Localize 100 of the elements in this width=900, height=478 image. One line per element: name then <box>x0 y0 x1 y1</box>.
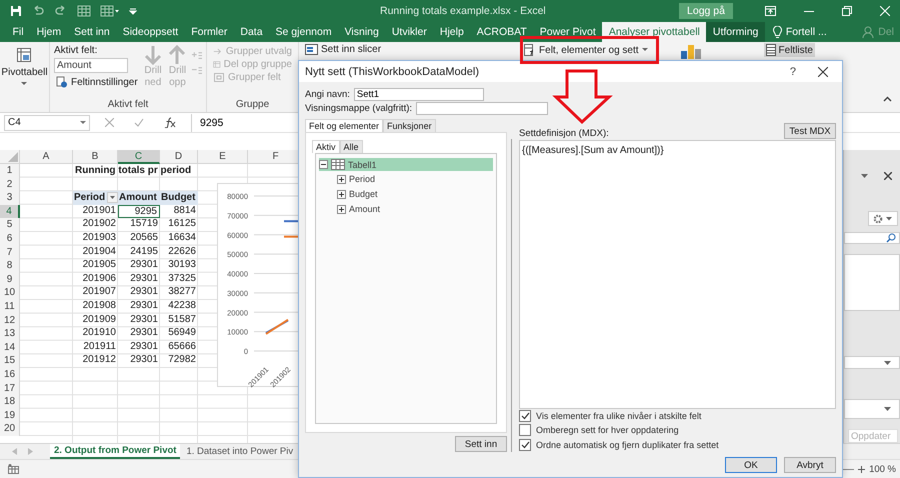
row-number[interactable]: 15 <box>0 354 20 368</box>
expand-icon[interactable] <box>337 204 346 214</box>
macro-record-icon[interactable] <box>8 464 19 474</box>
close-icon[interactable] <box>884 172 892 180</box>
sheet-tab[interactable]: 2. Output from Power Pivot <box>50 444 180 459</box>
ribbon-tab[interactable]: Hjelp <box>433 22 470 42</box>
table-icon[interactable] <box>100 5 120 17</box>
active-field-input[interactable]: Amount <box>54 58 128 73</box>
ok-button[interactable]: OK <box>725 457 777 473</box>
field-list-box[interactable] <box>844 254 900 311</box>
tree-item[interactable]: Amount <box>319 202 493 216</box>
row-number[interactable]: 12 <box>0 314 20 328</box>
row-number[interactable]: 4 <box>0 204 20 218</box>
tree-item[interactable]: Period <box>319 172 493 186</box>
dialog-tab[interactable]: Alle <box>340 140 363 153</box>
ribbon-display-icon[interactable] <box>765 6 776 16</box>
ribbon-tab[interactable]: Power Pivot <box>533 22 602 42</box>
row-number[interactable]: 8 <box>0 259 20 273</box>
dropdown-field[interactable] <box>844 356 900 370</box>
checkbox-label[interactable]: Vis elementer fra ulike nivåer i atskilte felt <box>536 410 702 421</box>
tree-item[interactable]: Budget <box>319 187 493 201</box>
tree-item[interactable]: Tabell1 <box>319 158 493 171</box>
dialog-title: Nytt sett (ThisWorkbookDataModel) <box>305 66 480 78</box>
column-header[interactable]: D <box>160 150 198 164</box>
sheet-tab[interactable]: 1. Dataset into Power Piv <box>182 444 298 459</box>
function-icon[interactable] <box>164 117 176 128</box>
ribbon-tab[interactable]: Visning <box>338 22 386 42</box>
row-number[interactable]: 11 <box>0 300 20 314</box>
tell-me-field[interactable]: Fortell ... <box>786 22 827 42</box>
column-header[interactable]: E <box>198 150 248 164</box>
fields-items-sets-button[interactable]: Felt, elementer og sett <box>520 43 652 57</box>
checkbox[interactable] <box>519 424 531 436</box>
row-number[interactable]: 7 <box>0 246 20 260</box>
mdx-text-area[interactable]: {([Measures].[Sum av Amount])} <box>519 140 836 408</box>
active-field-label: Aktivt felt: <box>54 45 98 56</box>
column-header[interactable]: A <box>20 150 73 164</box>
test-mdx-button[interactable]: Test MDX <box>784 123 836 139</box>
dropdown-field[interactable] <box>844 399 900 420</box>
close-icon[interactable] <box>818 66 828 76</box>
dialog-tab[interactable]: Funksjoner <box>383 119 436 132</box>
checkbox-label[interactable]: Omberegn sett for hver oppdatering <box>536 425 679 436</box>
insert-slicer-button[interactable]: Sett inn slicer <box>303 43 384 56</box>
column-header[interactable]: C <box>118 150 160 164</box>
ribbon-tab[interactable]: Hjem <box>30 22 68 42</box>
row-number[interactable]: 3 <box>0 191 20 205</box>
insert-button[interactable]: Sett inn <box>455 436 507 452</box>
row-number[interactable]: 13 <box>0 327 20 341</box>
checkbox[interactable] <box>519 438 531 451</box>
collapse-icon[interactable] <box>319 160 328 169</box>
help-button[interactable]: ? <box>790 66 796 78</box>
row-number[interactable]: 5 <box>0 218 20 232</box>
lightbulb-icon[interactable] <box>772 26 782 38</box>
save-icon[interactable] <box>10 5 22 17</box>
zoom-in-icon[interactable] <box>858 466 866 472</box>
row-number[interactable]: 18 <box>0 395 20 409</box>
ribbon-tab[interactable]: Utforming <box>706 22 765 42</box>
row-number[interactable]: 20 <box>0 422 20 436</box>
table-icon[interactable] <box>77 5 91 17</box>
dropdown-icon[interactable] <box>861 174 868 178</box>
checkbox-label[interactable]: Ordne automatisk og fjern duplikater fra settet <box>536 440 719 450</box>
row-number[interactable]: 19 <box>0 408 20 422</box>
cancel-button[interactable]: Avbryt <box>784 457 836 473</box>
ribbon-tab[interactable]: Formler <box>184 22 234 42</box>
row-number[interactable]: 17 <box>0 382 20 396</box>
checkbox[interactable] <box>519 410 531 422</box>
row-number[interactable]: 2 <box>0 178 20 192</box>
ribbon-tab[interactable]: Sett inn <box>68 22 116 42</box>
row-number[interactable]: 14 <box>0 340 20 354</box>
expand-icon[interactable] <box>337 174 346 184</box>
filter-dropdown-icon[interactable] <box>107 192 118 204</box>
row-number[interactable]: 6 <box>0 232 20 246</box>
row-number[interactable]: 1 <box>0 164 20 178</box>
dialog-tab[interactable]: Felt og elementer <box>305 119 384 132</box>
row-number[interactable]: 16 <box>0 368 20 382</box>
field-list-button[interactable]: Feltliste <box>764 43 815 57</box>
collapse-ribbon-icon[interactable] <box>883 96 892 102</box>
search-field[interactable] <box>844 232 900 244</box>
name-box[interactable]: C4 <box>4 114 90 130</box>
table-cell-text: 37325 <box>167 272 197 286</box>
expand-icon[interactable] <box>337 190 346 198</box>
ribbon-tab[interactable]: Se gjennom <box>269 22 338 42</box>
ribbon-tab[interactable]: Data <box>234 22 270 42</box>
row-number[interactable]: 9 <box>0 272 20 286</box>
ribbon-tab[interactable]: Fil <box>6 22 30 42</box>
dialog-tab[interactable]: Aktiv <box>312 140 340 153</box>
ribbon-tab[interactable]: ACROBAT <box>470 22 534 42</box>
row-number[interactable]: 10 <box>0 286 20 300</box>
folder-input[interactable] <box>416 102 548 114</box>
bar-chart-icon[interactable] <box>680 43 702 59</box>
ribbon-tab[interactable]: Sideoppsett <box>116 22 185 42</box>
check-icon[interactable] <box>134 118 144 127</box>
ribbon-tab[interactable]: Analyser pivottabell <box>602 22 706 42</box>
settings-button[interactable] <box>868 211 898 226</box>
ribbon-tab[interactable]: Utvikler <box>385 22 434 42</box>
restore-icon[interactable] <box>842 6 852 16</box>
table-cell-text: 29301 <box>129 340 159 354</box>
zoom-level[interactable]: 100 % <box>869 464 896 474</box>
name-input[interactable]: Sett1 <box>354 88 484 100</box>
pivot-table-button[interactable]: Pivottabell <box>1 45 48 88</box>
field-settings-button[interactable]: Feltinnstillinger <box>54 75 140 89</box>
